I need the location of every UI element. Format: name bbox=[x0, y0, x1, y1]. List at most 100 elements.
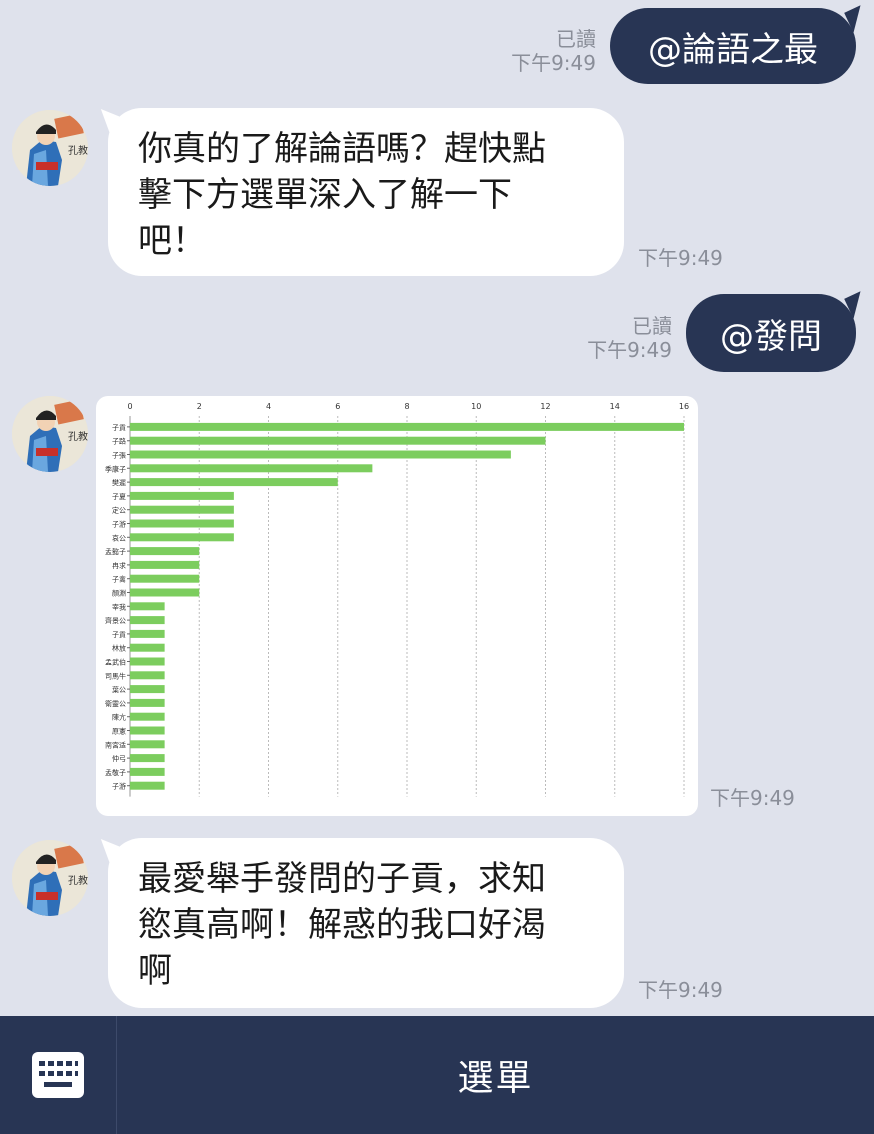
chart-category-label: 仲弓 bbox=[112, 754, 126, 763]
chart-category-label: 子路 bbox=[112, 437, 126, 446]
chart-image-message[interactable]: 0 2 4 6 8 10 12 14 16 子貢 子路 子張 季康子 樊遲 子夏 定公 子游 哀公 孟懿子 冉求 子禽顏… bbox=[96, 396, 698, 816]
chart-category-label: 孟懿子 bbox=[105, 547, 126, 556]
chart-bar bbox=[130, 519, 234, 528]
chart-bar bbox=[130, 436, 546, 445]
chart-bar bbox=[130, 698, 165, 707]
chart-tick-label: 0 bbox=[127, 402, 132, 411]
chat-area: 已讀 下午9:49 @論語之最 孔教授 你真的了解論語嗎？趕快點 擊下方選單深入… bbox=[0, 0, 874, 1016]
chart-bar bbox=[130, 422, 684, 431]
chart-bar bbox=[130, 533, 234, 542]
read-receipt: 已讀 bbox=[556, 27, 596, 51]
message-text-line: 最愛舉手發問的子貢，求知 bbox=[138, 859, 546, 899]
chart-bar bbox=[130, 491, 234, 500]
chart-tick-label: 14 bbox=[610, 402, 620, 411]
chart-tick-label: 8 bbox=[404, 402, 409, 411]
chart-tick-label: 12 bbox=[540, 402, 550, 411]
chart-bar bbox=[130, 464, 373, 473]
chart-bar bbox=[130, 588, 200, 597]
chart-tick-label: 2 bbox=[197, 402, 202, 411]
chart-category-label: 南宮适 bbox=[105, 740, 126, 749]
avatar-label: 孔教授 bbox=[68, 144, 88, 157]
menu-button[interactable]: 選單 bbox=[117, 1016, 874, 1134]
confucius-avatar-icon: 孔教授 bbox=[12, 840, 88, 916]
chart-bar bbox=[130, 712, 165, 721]
chart-bar bbox=[130, 726, 165, 735]
chart-category-label: 子張 bbox=[112, 452, 126, 460]
message-time: 下午9:49 bbox=[511, 51, 596, 75]
outgoing-message-bubble[interactable]: @論語之最 bbox=[610, 8, 856, 84]
chart-category-label: 衛靈公 bbox=[105, 699, 126, 708]
chart-category-label: 葉公 bbox=[112, 685, 126, 694]
chart-bar bbox=[130, 740, 165, 749]
chart-bar bbox=[130, 685, 165, 694]
bottom-menu-bar: 選單 bbox=[0, 1016, 874, 1134]
bar-chart: 0 2 4 6 8 10 12 14 16子貢子路子張季康子樊遲子夏定公子游哀公孟懿子冉求子禽顏… bbox=[105, 402, 689, 797]
message-text-line: 慾真高啊！解惑的我口好渴 bbox=[138, 905, 546, 945]
chart-category-label: 司馬牛 bbox=[105, 671, 126, 680]
chart-bar bbox=[130, 616, 165, 625]
chart-bar bbox=[130, 478, 338, 487]
outgoing-message-bubble[interactable]: @發問 bbox=[686, 294, 856, 372]
message-text-line: 啊 bbox=[138, 951, 172, 991]
chart-category-label: 子禽 bbox=[112, 575, 126, 584]
chart-category-label: 子貢 bbox=[112, 631, 126, 639]
message-text-line: 你真的了解論語嗎？趕快點 bbox=[138, 129, 546, 169]
avatar[interactable]: 孔教授 bbox=[12, 396, 88, 472]
message-text-line: 擊下方選單深入了解一下 bbox=[138, 175, 512, 215]
chart-bar bbox=[130, 505, 234, 514]
chart-tick-label: 4 bbox=[266, 402, 271, 411]
avatar-label: 孔教授 bbox=[68, 430, 88, 443]
message-meta: 已讀 下午9:49 bbox=[546, 314, 672, 362]
chart-bar bbox=[130, 602, 165, 611]
chart-category-label: 陳亢 bbox=[112, 713, 126, 722]
chart-tick-label: 10 bbox=[471, 402, 481, 411]
chart-category-label: 子貢 bbox=[112, 424, 126, 432]
avatar[interactable]: 孔教授 bbox=[12, 110, 88, 186]
chart-bar bbox=[130, 574, 200, 583]
message-text: @論語之最 bbox=[648, 29, 818, 70]
chart-category-label: 定公 bbox=[112, 506, 126, 515]
chart-category-label: 哀公 bbox=[112, 533, 126, 542]
chart-bar bbox=[130, 629, 165, 638]
chart-category-label: 宰我 bbox=[112, 602, 126, 611]
message-time: 下午9:49 bbox=[710, 786, 795, 810]
chart-bar bbox=[130, 560, 200, 569]
chart-bar bbox=[130, 657, 165, 666]
confucius-avatar-icon: 孔教授 bbox=[12, 396, 88, 472]
message-text: @發問 bbox=[720, 316, 822, 357]
chart-category-label: 原憲 bbox=[112, 727, 126, 736]
confucius-avatar-icon: 孔教授 bbox=[12, 110, 88, 186]
chart-category-label: 冉求 bbox=[112, 561, 126, 570]
chart-category-label: 子游 bbox=[112, 782, 126, 791]
chart-category-label: 顏淵 bbox=[112, 589, 126, 598]
message-text-line: 吧！ bbox=[138, 221, 206, 261]
chart-category-label: 林放 bbox=[112, 644, 126, 653]
chart-category-label: 季康子 bbox=[105, 464, 126, 473]
chart-bar bbox=[130, 450, 511, 459]
avatar[interactable]: 孔教授 bbox=[12, 840, 88, 916]
chart-category-label: 子夏 bbox=[112, 493, 126, 501]
incoming-message-bubble[interactable]: 最愛舉手發問的子貢，求知 慾真高啊！解惑的我口好渴 啊 bbox=[108, 838, 624, 1008]
message-meta: 已讀 下午9:49 bbox=[470, 27, 596, 75]
keyboard-icon bbox=[32, 1052, 84, 1098]
chart-bar bbox=[130, 643, 165, 652]
chart-bar bbox=[130, 781, 165, 790]
avatar-label: 孔教授 bbox=[68, 874, 88, 887]
chart-bar bbox=[130, 767, 165, 776]
chart-tick-label: 6 bbox=[335, 402, 340, 411]
chart-bar bbox=[130, 547, 200, 556]
chart-category-label: 孟武伯 bbox=[105, 658, 126, 667]
chart-category-label: 孟敬子 bbox=[105, 768, 126, 777]
chart-category-label: 齊景公 bbox=[105, 616, 126, 625]
read-receipt: 已讀 bbox=[632, 314, 672, 338]
message-time: 下午9:49 bbox=[638, 978, 723, 1002]
chart-category-label: 樊遲 bbox=[112, 478, 126, 487]
menu-label: 選單 bbox=[457, 1058, 534, 1099]
chart-category-label: 子游 bbox=[112, 520, 126, 529]
message-time: 下午9:49 bbox=[587, 338, 672, 362]
chart-tick-label: 16 bbox=[679, 402, 689, 411]
keyboard-toggle-button[interactable] bbox=[0, 1016, 117, 1134]
chart-bar bbox=[130, 754, 165, 763]
chart-bar bbox=[130, 671, 165, 680]
incoming-message-bubble[interactable]: 你真的了解論語嗎？趕快點 擊下方選單深入了解一下 吧！ bbox=[108, 108, 624, 276]
